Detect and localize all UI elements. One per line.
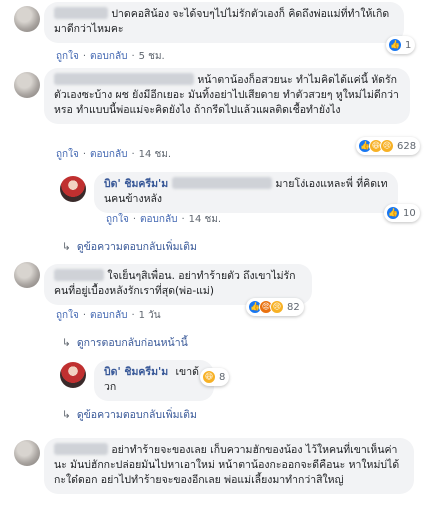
commenter-avatar[interactable] <box>14 262 40 288</box>
like-icon: 👍 <box>386 206 400 220</box>
reply-time[interactable]: 14 ชม. <box>189 214 221 225</box>
mention-redacted[interactable] <box>172 177 273 189</box>
haha-icon: 😆 <box>202 370 216 384</box>
commenter-avatar[interactable] <box>14 72 40 98</box>
reply-bubble: บิด' ชิมครีม'ม มายโง่เองแหละพี่ ที่คิดเท… <box>94 172 398 213</box>
more-replies-link[interactable]: ↳ ดูข้อความตอบกลับเพิ่มเติม <box>62 238 197 255</box>
like-link[interactable]: ถูกใจ <box>106 214 129 225</box>
reaction-count: 628 <box>397 140 417 152</box>
replier-avatar[interactable] <box>60 176 86 202</box>
reaction-count: 1 <box>405 39 412 51</box>
reply-bubble: บิด' ชิมครีม'ม เขาด้วก <box>94 360 214 401</box>
like-icon: 👍 <box>388 38 402 52</box>
reaction-summary[interactable]: 👍 1 <box>386 36 416 54</box>
replier-name[interactable]: บิด' ชิมครีม'ม <box>104 366 168 378</box>
replier-avatar[interactable] <box>60 362 86 388</box>
like-link[interactable]: ถูกใจ <box>56 310 79 321</box>
sad-icon: 😢 <box>270 300 284 314</box>
like-link[interactable]: ถูกใจ <box>56 51 79 62</box>
reply-link[interactable]: ตอบกลับ <box>140 214 177 225</box>
comment-bubble: ปาดคอสิน้อง จะได้จบๆไปไม่รักตัวเองก็ คิด… <box>44 2 404 43</box>
commenter-avatar[interactable] <box>14 440 40 466</box>
reply-arrow-icon: ↳ <box>62 241 71 253</box>
replier-name[interactable]: บิด' ชิมครีม'ม <box>104 178 168 190</box>
reaction-count: 10 <box>403 207 416 219</box>
previous-replies-link[interactable]: ↳ ดูการตอบกลับก่อนหน้านี้ <box>62 334 188 351</box>
reaction-count: 82 <box>287 301 300 313</box>
reply-link[interactable]: ตอบกลับ <box>90 149 127 160</box>
more-replies-link[interactable]: ↳ ดูข้อความตอบกลับเพิ่มเติม <box>62 406 197 423</box>
reply-actions: ถูกใจ · ตอบกลับ · 14 ชม. <box>106 214 222 225</box>
comment-time[interactable]: 14 ชม. <box>139 149 171 160</box>
reaction-summary[interactable]: 👍 10 <box>384 204 420 222</box>
commenter-name-redacted[interactable] <box>54 7 108 19</box>
commenter-name-redacted[interactable] <box>54 443 108 455</box>
comment-actions: ถูกใจ · ตอบกลับ · 1 วัน <box>56 310 161 321</box>
comment-time[interactable]: 1 วัน <box>139 310 161 321</box>
comment-time[interactable]: 5 ชม. <box>139 51 165 62</box>
commenter-name-redacted[interactable] <box>54 73 194 85</box>
reply-link[interactable]: ตอบกลับ <box>90 51 127 62</box>
comment-bubble: หน้าตาน้องก็อสวยนะ ทำไมคิดได้แค่นี้ หัดร… <box>44 68 410 124</box>
reply-arrow-icon: ↳ <box>62 337 71 349</box>
comment-actions: ถูกใจ · ตอบกลับ · 5 ชม. <box>56 51 165 62</box>
reaction-count: 8 <box>219 371 226 383</box>
commenter-avatar[interactable] <box>14 6 40 32</box>
reaction-summary[interactable]: 👍 😆 😢 628 <box>356 137 421 155</box>
reaction-summary[interactable]: 👍 😡 😢 82 <box>246 298 304 316</box>
reply-link[interactable]: ตอบกลับ <box>90 310 127 321</box>
comment-actions: ถูกใจ · ตอบกลับ · 14 ชม. <box>56 149 172 160</box>
sad-icon: 😢 <box>380 139 394 153</box>
reply-arrow-icon: ↳ <box>62 409 71 421</box>
like-link[interactable]: ถูกใจ <box>56 149 79 160</box>
commenter-name-redacted[interactable] <box>54 269 104 281</box>
reaction-summary[interactable]: 😆 8 <box>200 368 230 386</box>
comment-bubble: อย่าทำร้ายจะของเลย เก็บความฮักของน้อง ไว… <box>44 438 414 494</box>
